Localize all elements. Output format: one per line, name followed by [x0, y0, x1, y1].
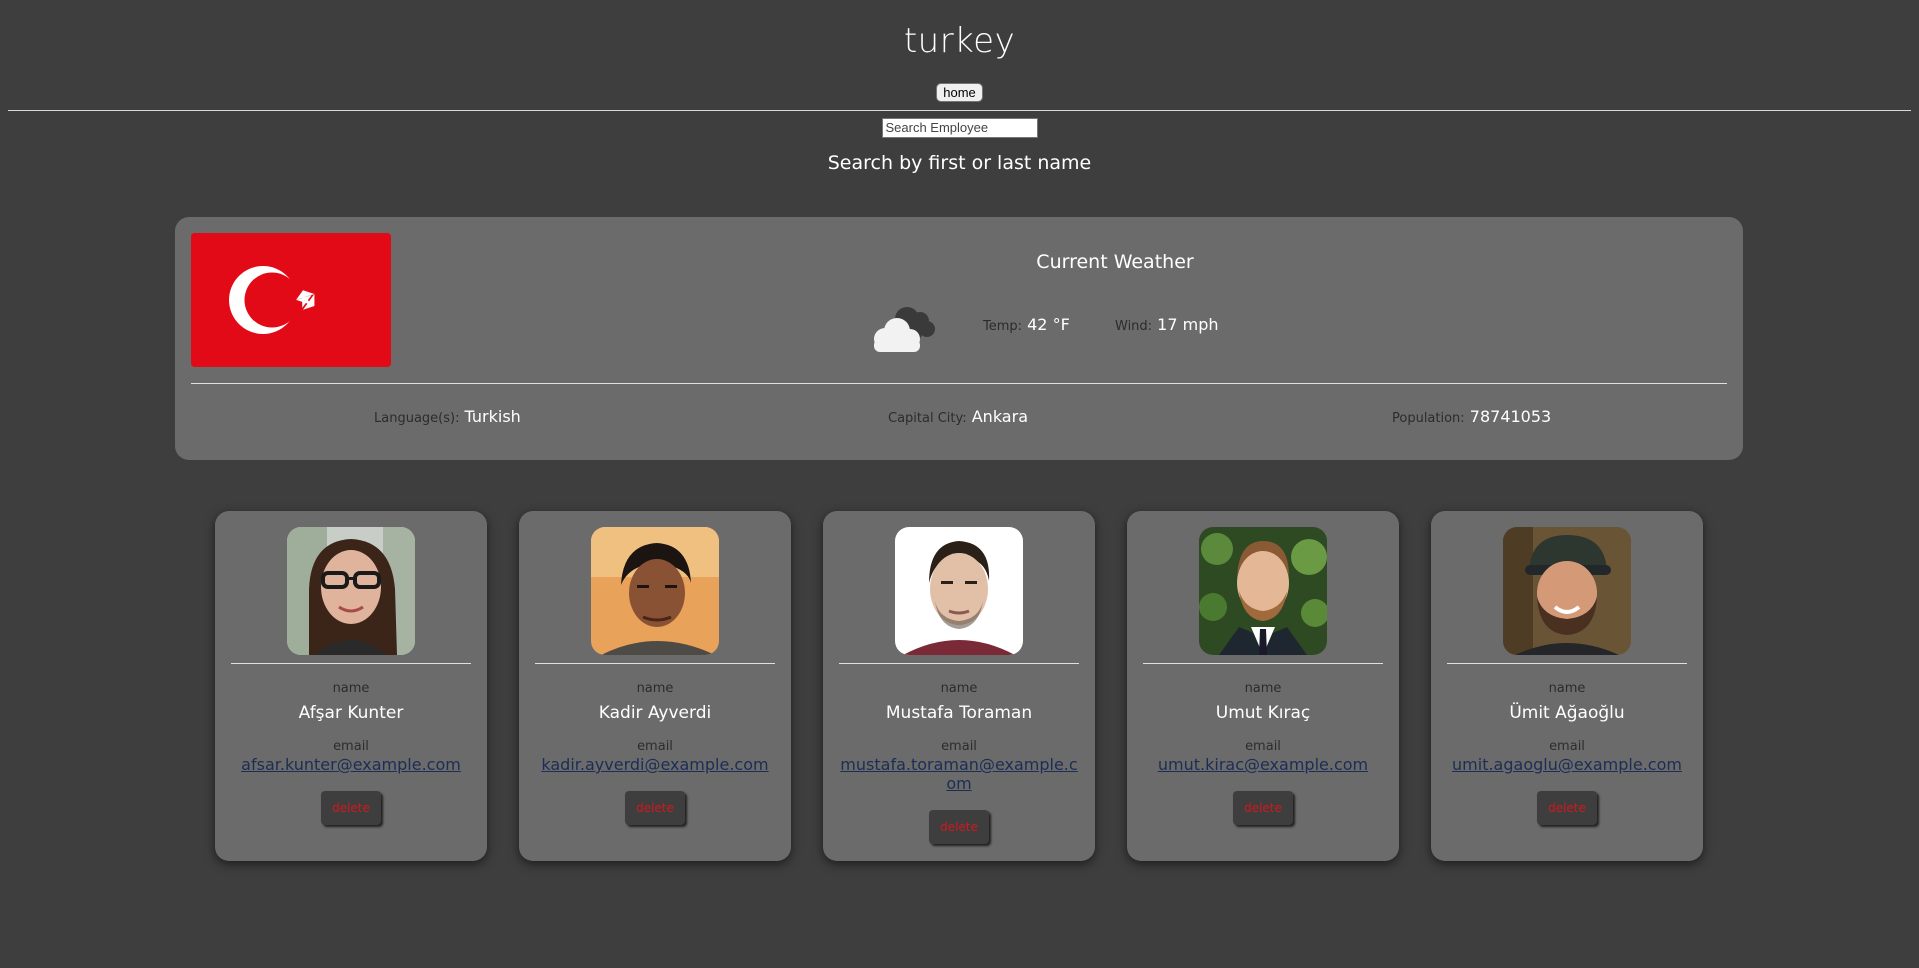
- capital-label: Capital City:: [888, 411, 967, 426]
- search-input[interactable]: [881, 117, 1038, 138]
- employee-list: name Afşar Kunter email afsar.kunter@exa…: [215, 511, 1705, 863]
- delete-button[interactable]: delete: [321, 791, 381, 825]
- avatar-photo: [1199, 527, 1327, 655]
- country-card-divider: [191, 383, 1727, 384]
- employee-card: name Ümit Ağaoğlu email umit.agaoglu@exa…: [1431, 511, 1703, 861]
- avatar: [591, 527, 719, 655]
- name-label: name: [636, 681, 674, 696]
- home-button[interactable]: home: [936, 83, 983, 102]
- employee-card: name Mustafa Toraman email mustafa.toram…: [823, 511, 1095, 861]
- employee-card: name Afşar Kunter email afsar.kunter@exa…: [215, 511, 487, 861]
- turkey-flag-graphic: [191, 233, 391, 367]
- search-hint: Search by first or last name: [827, 152, 1092, 174]
- card-divider: [1143, 663, 1383, 664]
- avatar-photo: [287, 527, 415, 655]
- population-label: Population:: [1392, 411, 1465, 426]
- employee-email-link[interactable]: umit.agaoglu@example.com: [1445, 755, 1689, 774]
- delete-button[interactable]: delete: [929, 810, 989, 844]
- language-value: Turkish: [464, 407, 521, 426]
- card-divider: [231, 663, 471, 664]
- avatar-photo: [1503, 527, 1631, 655]
- employee-email-link[interactable]: umut.kirac@example.com: [1141, 755, 1385, 774]
- employee-name: Kadir Ayverdi: [598, 703, 712, 723]
- home-nav: home: [0, 82, 1919, 104]
- employee-name: Ümit Ağaoğlu: [1509, 703, 1625, 723]
- employee-email-link[interactable]: afsar.kunter@example.com: [229, 755, 473, 774]
- temperature: Temp: 42 °F: [983, 315, 1070, 334]
- avatar: [287, 527, 415, 655]
- employee-name: Afşar Kunter: [298, 703, 404, 723]
- delete-button[interactable]: delete: [1233, 791, 1293, 825]
- email-label: email: [941, 739, 977, 754]
- name-label: name: [940, 681, 978, 696]
- weather-row: Temp: 42 °F Wind: 17 mph: [865, 301, 1285, 357]
- card-divider: [535, 663, 775, 664]
- name-label: name: [1244, 681, 1282, 696]
- temp-label: Temp:: [983, 319, 1023, 334]
- country-info-card: Current Weather Temp: 42 °F Wind: 17 mph: [175, 217, 1743, 460]
- language-info: Language(s): Turkish: [374, 407, 521, 426]
- wind-label: Wind:: [1115, 319, 1153, 334]
- avatar: [1503, 527, 1631, 655]
- avatar: [1199, 527, 1327, 655]
- employee-name: Umut Kıraç: [1215, 703, 1311, 723]
- temp-value: 42 °F: [1027, 315, 1070, 334]
- email-label: email: [1549, 739, 1585, 754]
- language-label: Language(s):: [374, 411, 460, 426]
- employee-email-link[interactable]: mustafa.toraman@example.com: [837, 755, 1081, 793]
- avatar-photo: [591, 527, 719, 655]
- email-label: email: [1245, 739, 1281, 754]
- wind-value: 17 mph: [1157, 315, 1219, 334]
- capital-value: Ankara: [971, 407, 1028, 426]
- employee-email-link[interactable]: kadir.ayverdi@example.com: [533, 755, 777, 774]
- avatar-photo: [895, 527, 1023, 655]
- employee-name: Mustafa Toraman: [885, 703, 1033, 723]
- employee-card: name Kadir Ayverdi email kadir.ayverdi@e…: [519, 511, 791, 861]
- cloud-icon: [874, 307, 935, 352]
- search-bar: [0, 117, 1919, 139]
- employee-card: name Umut Kıraç email umut.kirac@example…: [1127, 511, 1399, 861]
- card-divider: [839, 663, 1079, 664]
- name-label: name: [1548, 681, 1586, 696]
- card-divider: [1447, 663, 1687, 664]
- delete-button[interactable]: delete: [625, 791, 685, 825]
- population-value: 78741053: [1469, 407, 1552, 426]
- header-divider: [8, 110, 1911, 111]
- email-label: email: [637, 739, 673, 754]
- population-info: Population: 78741053: [1392, 407, 1551, 426]
- page-title: turkey: [903, 21, 1016, 61]
- email-label: email: [333, 739, 369, 754]
- name-label: name: [332, 681, 370, 696]
- turkey-flag: [191, 233, 391, 367]
- capital-info: Capital City: Ankara: [888, 407, 1028, 426]
- avatar: [895, 527, 1023, 655]
- delete-button[interactable]: delete: [1537, 791, 1597, 825]
- weather-title: Current Weather: [1036, 251, 1194, 273]
- wind: Wind: 17 mph: [1115, 315, 1218, 334]
